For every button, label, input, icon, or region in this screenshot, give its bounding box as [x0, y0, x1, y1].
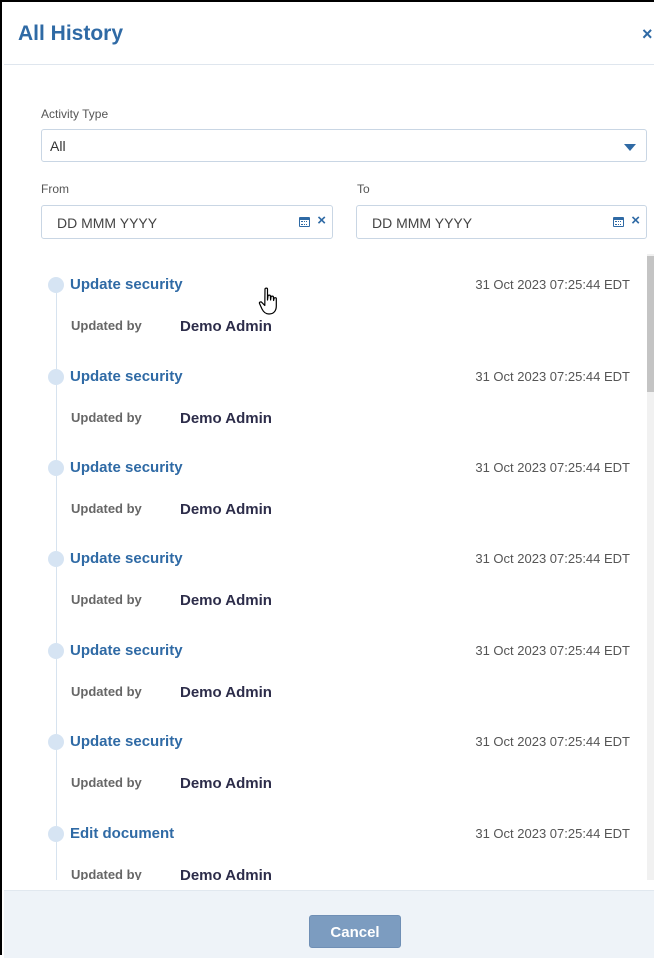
close-icon[interactable]: × — [642, 24, 654, 45]
calendar-icon[interactable] — [299, 217, 310, 227]
clear-icon[interactable]: × — [317, 212, 326, 229]
activity-type-value: All — [50, 138, 66, 154]
activity-type-select[interactable]: All — [41, 129, 647, 162]
timeline-dot-icon — [48, 551, 64, 567]
history-entry: Update security 31 Oct 2023 07:25:44 EDT… — [4, 254, 644, 346]
all-history-dialog: All History × Activity Type All From To … — [0, 0, 654, 958]
timeline-dot-icon — [48, 277, 64, 293]
updated-by-label: Updated by — [71, 592, 142, 607]
hand-cursor-icon — [258, 287, 277, 315]
history-action-link[interactable]: Update security — [70, 368, 183, 385]
from-date-field[interactable]: DD MMM YYYY × — [41, 205, 333, 239]
calendar-icon[interactable] — [613, 217, 624, 227]
updated-by-label: Updated by — [71, 501, 142, 516]
history-timestamp: 31 Oct 2023 07:25:44 EDT — [475, 826, 630, 841]
updated-by-user: Demo Admin — [180, 318, 272, 335]
history-entry: Update security 31 Oct 2023 07:25:44 EDT… — [4, 346, 644, 438]
history-entry: Update security 31 Oct 2023 07:25:44 EDT… — [4, 437, 644, 529]
history-action-link[interactable]: Update security — [70, 550, 183, 567]
updated-by-label: Updated by — [71, 867, 142, 880]
history-action-link[interactable]: Edit document — [70, 825, 174, 842]
to-date-placeholder: DD MMM YYYY — [372, 215, 473, 231]
updated-by-label: Updated by — [71, 775, 142, 790]
history-entry: Update security 31 Oct 2023 07:25:44 EDT… — [4, 620, 644, 712]
updated-by-user: Demo Admin — [180, 410, 272, 427]
updated-by-label: Updated by — [71, 684, 142, 699]
history-entry: Update security 31 Oct 2023 07:25:44 EDT… — [4, 528, 644, 620]
timeline-dot-icon — [48, 369, 64, 385]
history-action-link[interactable]: Update security — [70, 276, 183, 293]
clear-icon[interactable]: × — [631, 212, 640, 229]
history-timestamp: 31 Oct 2023 07:25:44 EDT — [475, 277, 630, 292]
history-timestamp: 31 Oct 2023 07:25:44 EDT — [475, 734, 630, 749]
to-date-field[interactable]: DD MMM YYYY × — [356, 205, 647, 239]
updated-by-label: Updated by — [71, 410, 142, 425]
history-timestamp: 31 Oct 2023 07:25:44 EDT — [475, 551, 630, 566]
scrollbar-thumb[interactable] — [647, 256, 654, 392]
history-timestamp: 31 Oct 2023 07:25:44 EDT — [475, 369, 630, 384]
history-entry: Update security 31 Oct 2023 07:25:44 EDT… — [4, 711, 644, 803]
cancel-button[interactable]: Cancel — [309, 915, 401, 948]
history-scrollbar[interactable] — [647, 254, 654, 880]
timeline-dot-icon — [48, 643, 64, 659]
history-entry: Edit document 31 Oct 2023 07:25:44 EDT U… — [4, 803, 644, 880]
history-timestamp: 31 Oct 2023 07:25:44 EDT — [475, 643, 630, 658]
from-label: From — [41, 182, 69, 196]
updated-by-user: Demo Admin — [180, 684, 272, 701]
chevron-down-icon[interactable] — [624, 144, 636, 151]
timeline-dot-icon — [48, 460, 64, 476]
history-list: Update security 31 Oct 2023 07:25:44 EDT… — [4, 254, 654, 880]
history-action-link[interactable]: Update security — [70, 459, 183, 476]
updated-by-user: Demo Admin — [180, 867, 272, 880]
activity-type-label: Activity Type — [41, 107, 109, 121]
updated-by-label: Updated by — [71, 318, 142, 333]
history-action-link[interactable]: Update security — [70, 733, 183, 750]
to-label: To — [357, 182, 370, 196]
timeline-dot-icon — [48, 826, 64, 842]
dialog-title: All History — [18, 22, 124, 45]
updated-by-user: Demo Admin — [180, 501, 272, 518]
dialog-footer: Cancel — [4, 890, 654, 958]
from-date-placeholder: DD MMM YYYY — [57, 215, 158, 231]
updated-by-user: Demo Admin — [180, 592, 272, 609]
dialog-header: All History × — [4, 4, 654, 65]
history-action-link[interactable]: Update security — [70, 642, 183, 659]
timeline-dot-icon — [48, 734, 64, 750]
updated-by-user: Demo Admin — [180, 775, 272, 792]
history-timestamp: 31 Oct 2023 07:25:44 EDT — [475, 460, 630, 475]
